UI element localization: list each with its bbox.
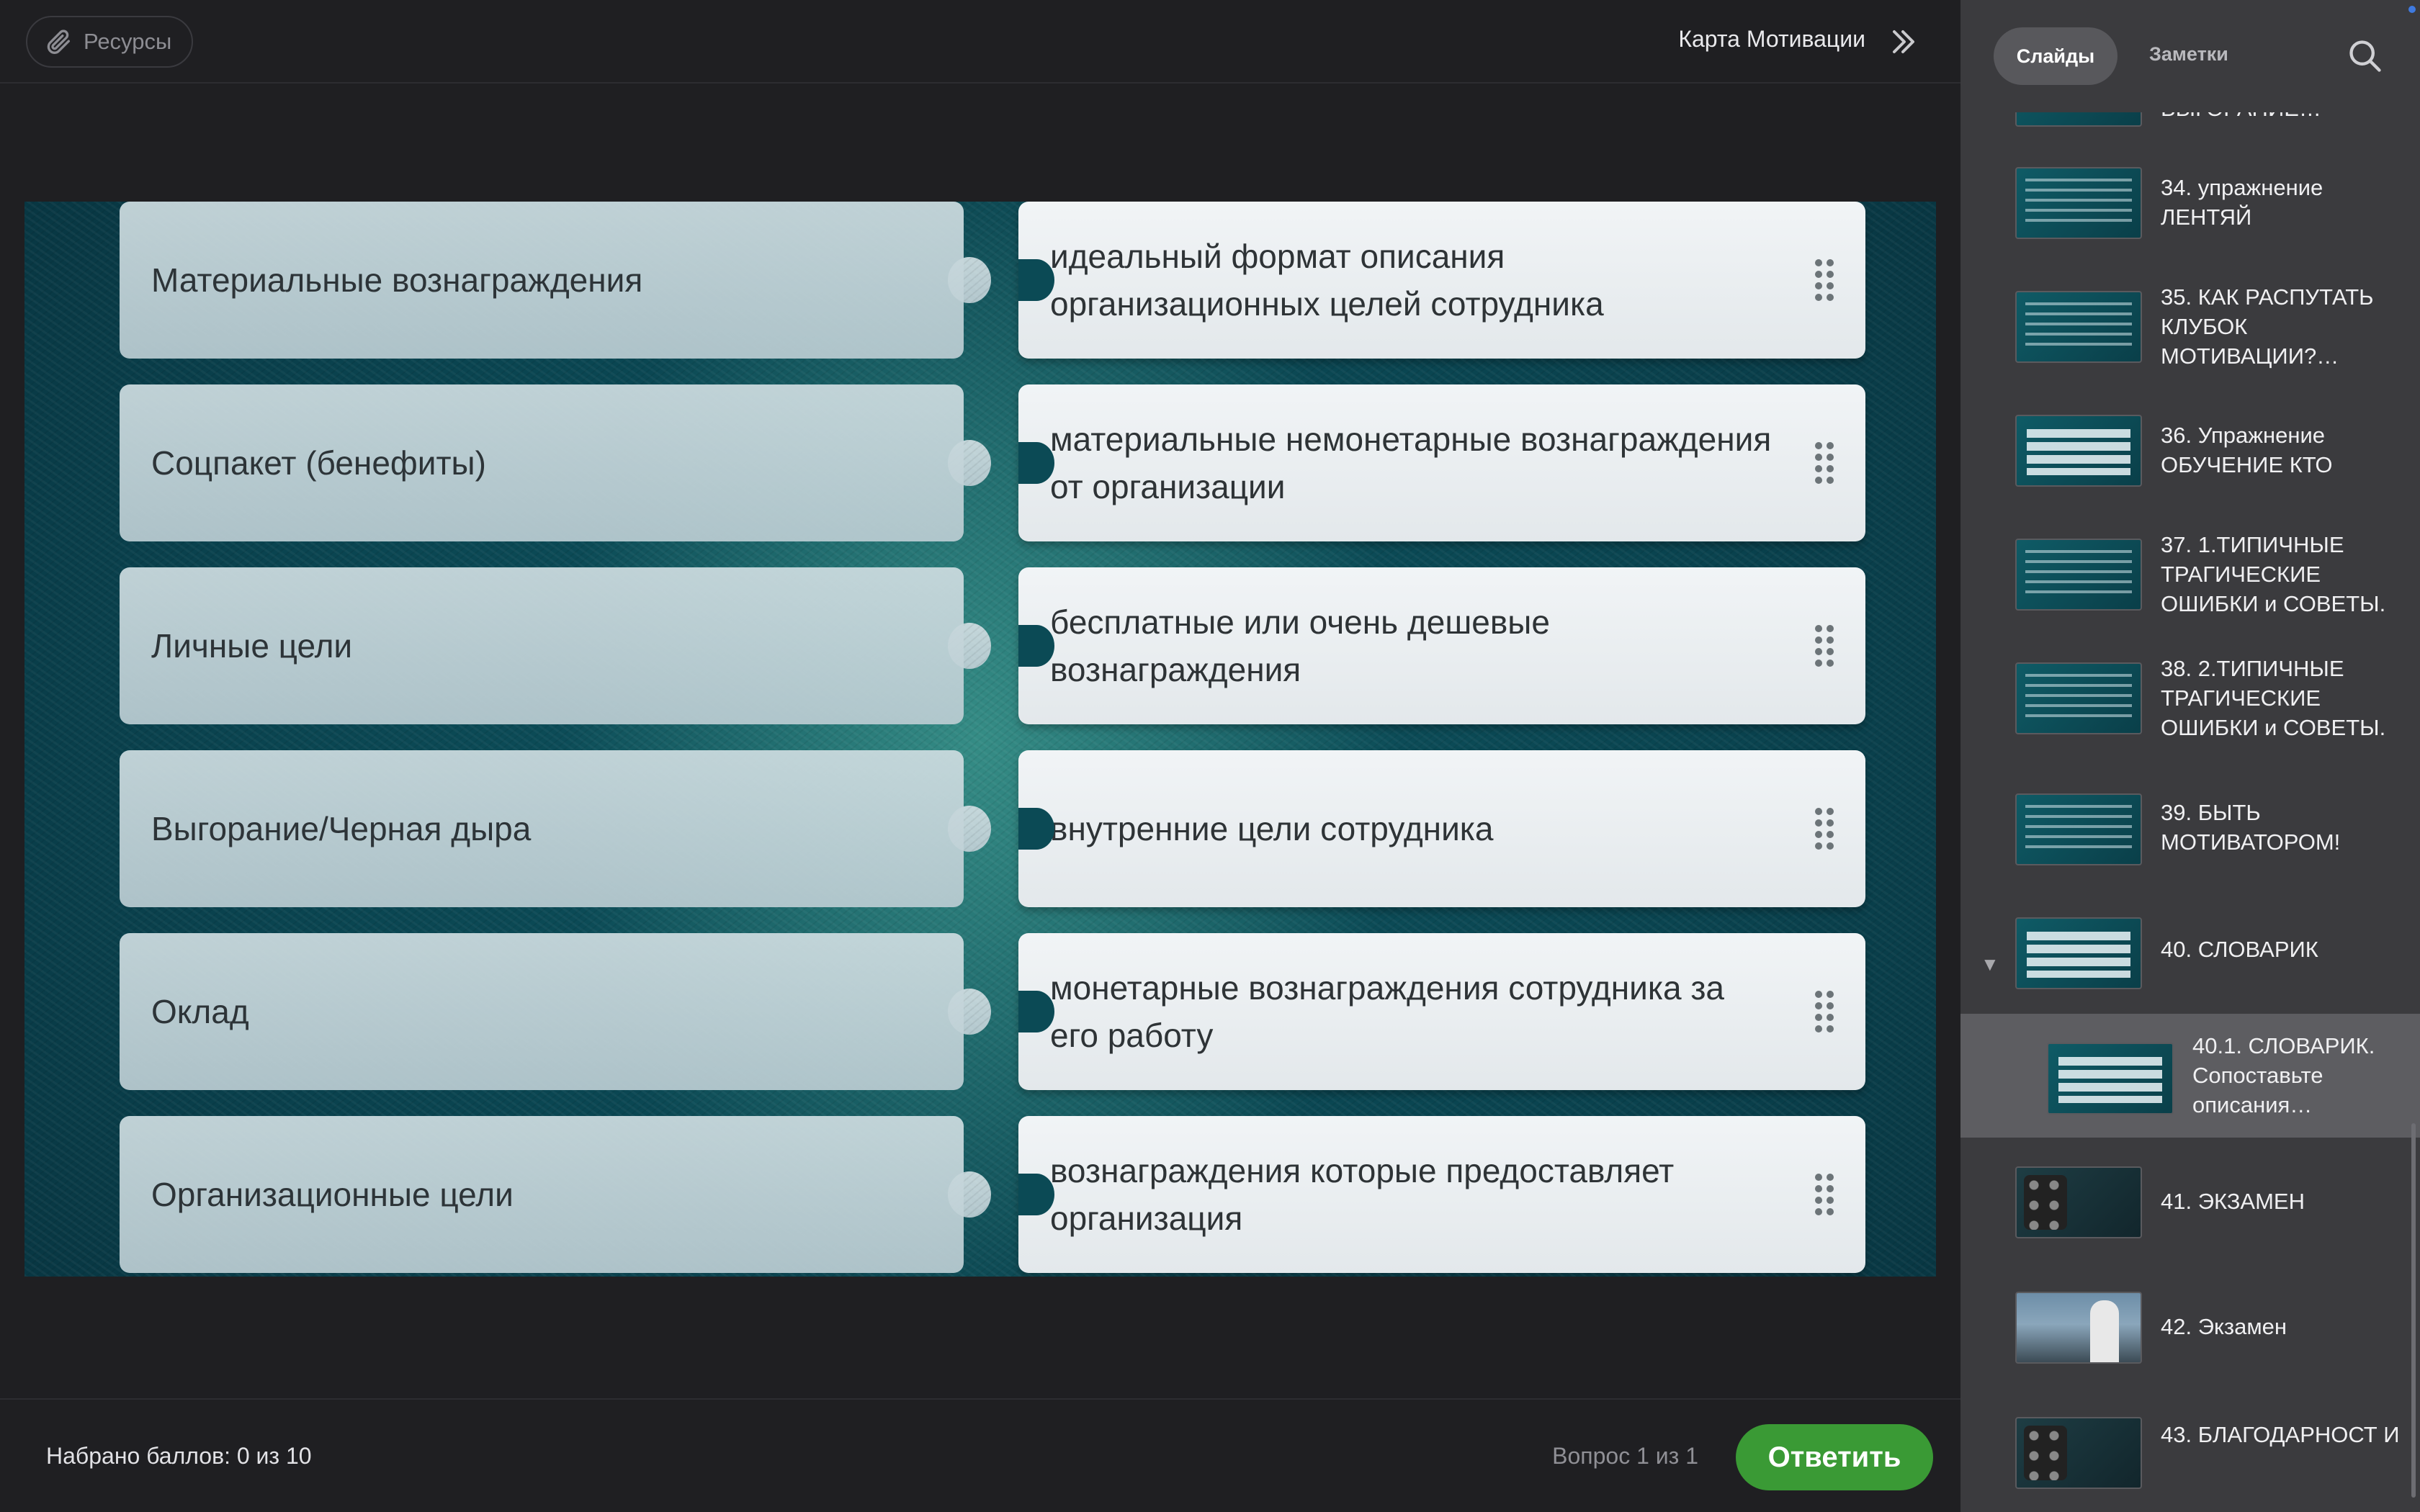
slide-list-item[interactable]: 38. 2.ТИПИЧНЫЕ ТРАГИЧЕСКИЕ ОШИБКИ и СОВЕ…: [1960, 636, 2420, 760]
slide-thumbnail: [2015, 793, 2142, 865]
left-term: Организационные цели: [120, 1116, 964, 1273]
slide-label: 41. ЭКЗАМЕН: [2161, 1189, 2305, 1214]
matching-row: Личные цели бесплатные или очень дешевые…: [120, 567, 1865, 724]
slide-label: 39. БЫТЬ МОТИВАТОРОМ!: [2161, 800, 2341, 855]
slide-canvas: Материальные вознаграждения идеальный фо…: [24, 202, 1936, 1277]
slide-list-item[interactable]: 39. БЫТЬ МОТИВАТОРОМ!: [1960, 760, 2420, 884]
sidebar: Слайды Заметки ВЫГОРАНИЕ… 34. упражнение…: [1960, 0, 2420, 1512]
slide-thumbnail: [2047, 1043, 2174, 1115]
slide-list-item[interactable]: 37. 1.ТИПИЧНЫЕ ТРАГИЧЕСКИЕ ОШИБКИ и СОВЕ…: [1960, 513, 2420, 636]
slide-list-item[interactable]: ▼ 40. СЛОВАРИК: [1960, 884, 2420, 1008]
slide-label: 43. БЛАГОДАРНОСТ И: [2161, 1422, 2400, 1447]
matching-row: Оклад монетарные вознаграждения сотрудни…: [120, 933, 1865, 1090]
slide-label: 37. 1.ТИПИЧНЫЕ ТРАГИЧЕСКИЕ ОШИБКИ и СОВЕ…: [2161, 532, 2386, 616]
tab-notes[interactable]: Заметки: [2149, 43, 2228, 66]
slide-label: 40.1. СЛОВАРИК. Сопоставьте описания…: [2192, 1033, 2375, 1117]
sidebar-scrollbar[interactable]: [2411, 1123, 2416, 1498]
slide-list-item[interactable]: 35. КАК РАСПУТАТЬ КЛУБОК МОТИВАЦИИ?…: [1960, 265, 2420, 389]
slide-list-item-active[interactable]: 40.1. СЛОВАРИК. Сопоставьте описания…: [1960, 1014, 2420, 1138]
drag-handle-icon[interactable]: [1815, 259, 1834, 301]
slide-thumbnail: [2015, 415, 2142, 487]
submit-button[interactable]: Ответить: [1736, 1424, 1933, 1490]
slide-list-item[interactable]: 36. Упражнение ОБУЧЕНИЕ КТО: [1960, 389, 2420, 513]
puzzle-notch: [1018, 808, 1054, 850]
puzzle-notch: [1018, 1174, 1054, 1215]
slide-label: 35. КАК РАСПУТАТЬ КЛУБОК МОТИВАЦИИ?…: [2161, 284, 2374, 369]
bottom-bar: Набрано баллов: 0 из 10 Вопрос 1 из 1 От…: [0, 1398, 1960, 1512]
tab-slides[interactable]: Слайды: [1994, 27, 2118, 85]
drag-handle-icon[interactable]: [1815, 1174, 1834, 1215]
slide-list-item[interactable]: 42. Экзамен: [1960, 1263, 2420, 1387]
slide-thumbnail: [2015, 167, 2142, 239]
slide-label: 40. СЛОВАРИК: [2161, 937, 2318, 962]
score-text: Набрано баллов: 0 из 10: [46, 1443, 312, 1469]
top-bar: Ресурсы Карта Мотивации: [0, 0, 1960, 84]
puzzle-notch: [1018, 259, 1054, 301]
drag-handle-icon[interactable]: [1815, 625, 1834, 667]
search-icon[interactable]: [2347, 37, 2384, 75]
slide-thumbnail: [2015, 662, 2142, 734]
draggable-definition[interactable]: материальные немонетарные вознаграждения…: [1018, 384, 1865, 541]
definition-text: внутренние цели сотрудника: [1050, 810, 1494, 847]
matching-row: Соцпакет (бенефиты) материальные немонет…: [120, 384, 1865, 541]
puzzle-notch: [1018, 442, 1054, 484]
draggable-definition[interactable]: монетарные вознаграждения сотрудника за …: [1018, 933, 1865, 1090]
draggable-definition[interactable]: вознаграждения которые предоставляет орг…: [1018, 1116, 1865, 1273]
slide-list-item[interactable]: 34. упражнение ЛЕНТЯЙ: [1960, 141, 2420, 265]
resources-button[interactable]: Ресурсы: [26, 16, 194, 68]
slide-thumbnail: [2015, 539, 2142, 611]
draggable-definition[interactable]: внутренние цели сотрудника: [1018, 750, 1865, 907]
definition-text: монетарные вознаграждения сотрудника за …: [1050, 969, 1725, 1054]
left-term: Оклад: [120, 933, 964, 1090]
slide-thumbnail: [2015, 1417, 2142, 1489]
draggable-definition[interactable]: идеальный формат описания организационны…: [1018, 202, 1865, 359]
definition-text: бесплатные или очень дешевые вознагражде…: [1050, 603, 1550, 688]
paperclip-icon: [47, 30, 71, 54]
matching-row: Материальные вознаграждения идеальный фо…: [120, 202, 1865, 359]
sidebar-header: Слайды Заметки: [1960, 0, 2420, 112]
resources-label: Ресурсы: [84, 29, 172, 54]
drag-handle-icon[interactable]: [1815, 991, 1834, 1032]
slide-label: 42. Экзамен: [2161, 1314, 2287, 1339]
slide-thumbnail: [2015, 1166, 2142, 1238]
definition-text: вознаграждения которые предоставляет орг…: [1050, 1152, 1675, 1237]
left-term: Материальные вознаграждения: [120, 202, 964, 359]
player-area: Ресурсы Карта Мотивации Материальные воз…: [0, 0, 1960, 1512]
question-counter: Вопрос 1 из 1: [1552, 1443, 1698, 1469]
matching-row: Организационные цели вознаграждения кото…: [120, 1116, 1865, 1273]
drag-handle-icon[interactable]: [1815, 442, 1834, 484]
double-chevron-right-icon[interactable]: [1886, 24, 1920, 59]
course-title: Карта Мотивации: [1678, 26, 1865, 52]
slide-list-item[interactable]: 43. БЛАГОДАРНОСТ И: [1960, 1388, 2420, 1512]
puzzle-notch: [1018, 991, 1054, 1032]
slide-list-item[interactable]: 41. ЭКЗАМЕН: [1960, 1138, 2420, 1261]
definition-text: идеальный формат описания организационны…: [1050, 238, 1604, 323]
slide-thumbnail: [2015, 917, 2142, 989]
slide-label: 34. упражнение ЛЕНТЯЙ: [2161, 175, 2323, 230]
draggable-definition[interactable]: бесплатные или очень дешевые вознагражде…: [1018, 567, 1865, 724]
matching-row: Выгорание/Черная дыра внутренние цели со…: [120, 750, 1865, 907]
slide-thumbnail: [2015, 291, 2142, 363]
slide-thumbnail: [2015, 1292, 2142, 1364]
left-term: Личные цели: [120, 567, 964, 724]
definition-text: материальные немонетарные вознаграждения…: [1050, 420, 1772, 505]
slide-label: 38. 2.ТИПИЧНЫЕ ТРАГИЧЕСКИЕ ОШИБКИ и СОВЕ…: [2161, 656, 2386, 740]
slide-label: 36. Упражнение ОБУЧЕНИЕ КТО: [2161, 423, 2333, 477]
left-term: Соцпакет (бенефиты): [120, 384, 964, 541]
drag-handle-icon[interactable]: [1815, 808, 1834, 850]
notification-dot: [2408, 6, 2416, 13]
expand-arrow-icon[interactable]: ▼: [1981, 953, 1999, 976]
puzzle-notch: [1018, 625, 1054, 667]
left-term: Выгорание/Черная дыра: [120, 750, 964, 907]
